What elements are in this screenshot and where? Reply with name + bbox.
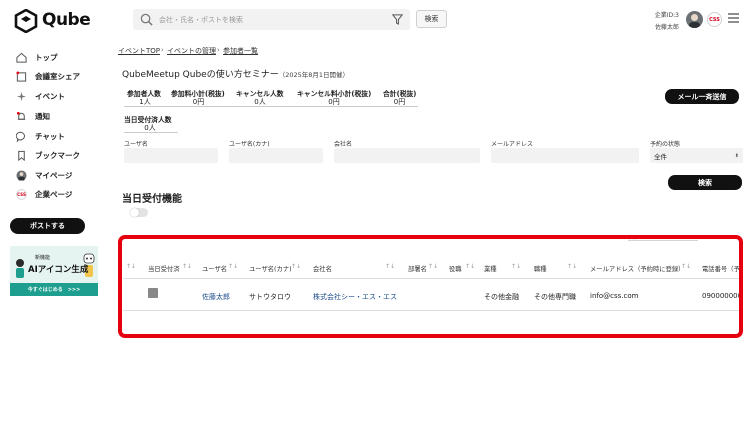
sidebar-item-label: トップ [35,53,58,62]
sidebar-item-label: 企業ページ [35,190,73,199]
sidebar-item-label: ブックマーク [35,151,80,160]
filter-company-input[interactable] [334,148,480,163]
filter-search-button[interactable]: 検索 [668,175,742,190]
checked-in-divider [124,132,178,133]
sidebar-item-company[interactable]: CSS 企業ページ [16,187,72,202]
chat-icon [16,131,25,142]
sidebar-item-bookmark[interactable]: ブックマーク [16,148,80,163]
breadcrumb-participants[interactable]: 参加者一覧 [223,46,258,56]
post-button[interactable]: ポストする [10,218,85,234]
breadcrumb-event-top[interactable]: イベントTOP [118,46,160,56]
bell-icon [16,111,26,120]
sidebar-item-label: チャット [35,132,65,141]
search-placeholder: 会社・氏名・ポストを検索 [159,16,243,24]
select-arrows-icon: ⬍ [734,152,739,159]
header-search-button[interactable]: 検索 [416,10,447,28]
company-id: 企業ID:3 [654,12,679,19]
qube-logo-icon[interactable] [14,9,38,33]
breadcrumb-event-manage[interactable]: イベントの管理 [167,46,216,56]
sidebar-item-top[interactable]: トップ [16,50,58,65]
user-avatar[interactable] [686,11,703,28]
event-title: QubeMeetup Qubeの使い方セミナー [122,70,279,80]
search-input[interactable]: 会社・氏名・ポストを検索 [133,9,410,30]
filter-status-value: 全件 [654,152,667,161]
checkin-toggle[interactable] [130,208,148,217]
logo-text[interactable]: Qube [42,10,91,30]
stats-divider [124,106,418,107]
banner-cta[interactable]: 今すぐはじめる >>> [10,286,98,293]
breadcrumb-separator: › [217,46,220,54]
filter-email-input[interactable] [491,148,639,163]
filter-label-user-name: ユーザ名 [124,141,148,148]
home-icon [16,52,27,63]
sidebar-item-meeting-room[interactable]: 会議室シェア [16,69,80,84]
svg-text:CSS: CSS [17,192,26,197]
company-logo[interactable]: CSS [707,12,722,27]
bulk-mail-button[interactable]: メール一斉送信 [665,89,739,104]
sidebar-item-label: 通知 [35,112,50,121]
sidebar-item-label: イベント [35,92,65,101]
meeting-room-icon [16,71,27,82]
sidebar-item-chat[interactable]: チャット [16,129,65,144]
highlight-frame [118,235,743,338]
page-title: QubeMeetup Qubeの使い方セミナー（2025年8月1日開催） [122,67,349,80]
hamburger-menu-icon[interactable] [728,13,739,23]
header-user-name: 佐藤太郎 [654,24,679,31]
avatar-icon [689,14,700,28]
avatar-icon [16,170,27,181]
sidebar-item-event[interactable]: イベント [16,89,65,104]
sidebar-item-label: マイページ [35,171,73,180]
sidebar-item-notification[interactable]: 通知 [16,109,50,124]
banner-title: AIアイコン生成 [28,265,89,275]
filter-label-status: 予約の状態 [650,141,681,148]
company-icon: CSS [16,189,27,200]
ai-icon-banner[interactable]: 新機能 AIアイコン生成 今すぐはじめる >>> [10,246,98,296]
filter-icon[interactable] [392,14,403,25]
filter-label-company: 会社名 [334,141,353,148]
banner-new-label: 新機能 [35,255,51,261]
sidebar-item-mypage[interactable]: マイページ [16,168,72,183]
bookmark-icon [18,150,25,161]
filter-user-name-kana-input[interactable] [229,148,323,163]
filter-label-user-name-kana: ユーザ名(カナ) [229,141,270,148]
search-icon [140,13,153,26]
sidebar-item-label: 会議室シェア [35,72,80,81]
illustration-figure-icon [16,259,24,278]
sparkle-icon [16,91,27,102]
filter-user-name-input[interactable] [124,148,218,163]
filter-label-email: メールアドレス [491,141,534,148]
filter-status-select[interactable]: 全件 ⬍ [650,148,743,163]
toggle-knob [130,208,139,217]
event-date: （2025年8月1日開催） [278,71,350,79]
breadcrumb-separator: › [161,46,164,54]
checkin-section-title: 当日受付機能 [122,194,182,205]
